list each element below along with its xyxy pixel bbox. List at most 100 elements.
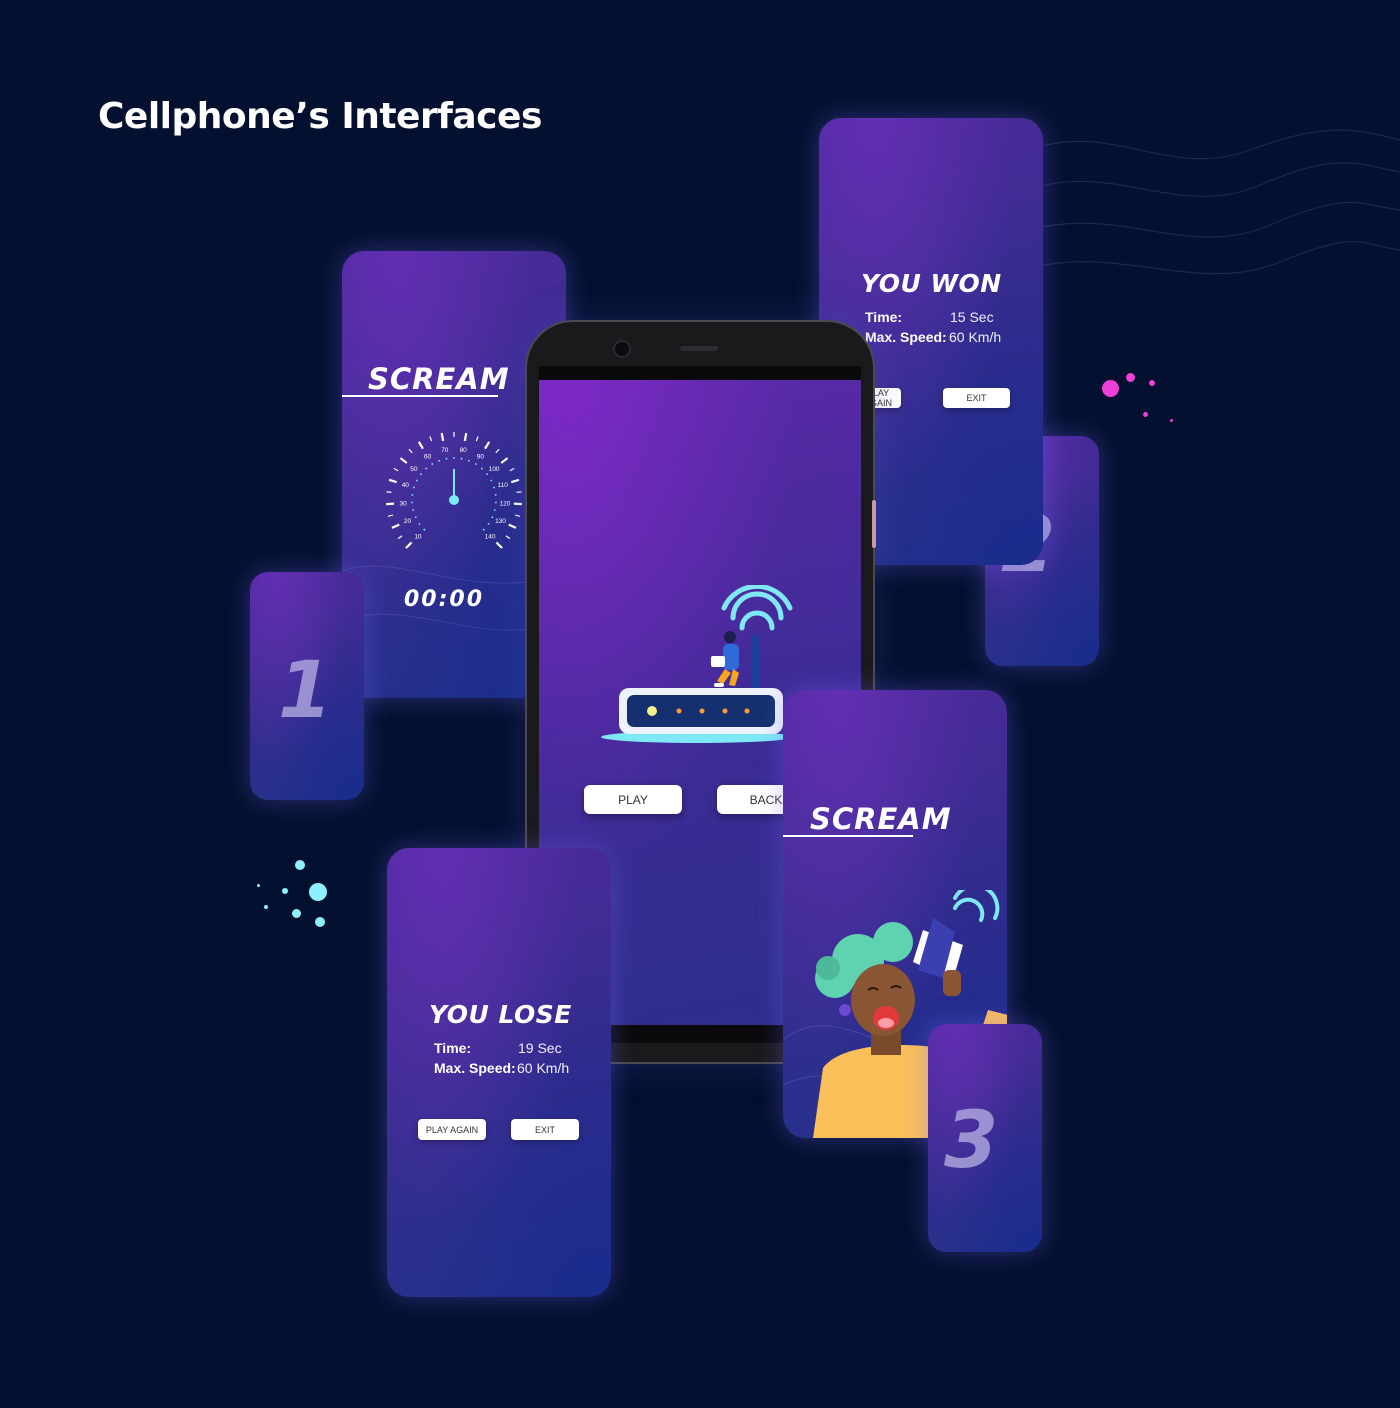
pink-dot [1143,412,1148,417]
speedometer-tick [397,535,403,540]
speedometer-label: 130 [495,518,506,525]
step-number-1: 1 [278,646,333,736]
logo-underline [342,395,498,397]
speedometer-tick [440,432,445,442]
speedometer-tick [510,478,520,484]
speedometer-tick [508,523,517,529]
speedometer-label: 90 [477,454,485,461]
speedometer-label: 100 [489,466,500,473]
speedometer-tick [495,448,500,454]
speedometer-hub [449,495,459,505]
scream-logo-intro: SCREAM [810,802,952,836]
speedometer-tick [515,514,521,517]
speedometer-label: 80 [460,447,468,454]
speedometer-dot [494,494,497,496]
speedometer-label: 120 [499,500,510,507]
speedometer-tick [505,535,511,540]
speedometer-dot [413,486,415,489]
logo-underline-intro [783,835,913,837]
phone-status-bar [539,366,861,380]
step-number-3: 3 [944,1096,999,1186]
speedometer-tick [475,436,479,442]
lose-screen-card: YOU LOSE Time: 19 Sec Max. Speed: 60 Km/… [387,848,611,1297]
cyan-dot [264,905,268,909]
cyan-dot [309,883,327,901]
speedometer-label: 40 [402,482,410,489]
exit-button[interactable]: EXIT [511,1119,579,1140]
speedometer-dot [486,473,488,475]
speedometer-dot [414,516,417,519]
speedometer-dot [493,509,496,511]
speedometer-tick [509,467,515,472]
play-button[interactable]: PLAY [584,785,682,814]
lose-title: YOU LOSE [429,1000,572,1029]
pink-dot [1102,380,1119,397]
speedometer-tick [516,491,522,494]
speedometer-dot [491,516,494,519]
speedometer-tick [417,441,424,450]
speedometer-dot [453,457,455,459]
phone-speaker [680,346,718,351]
speedometer-dot [467,459,470,462]
speedometer-tick [405,541,413,549]
won-title: YOU WON [861,269,1002,298]
scream-logo: SCREAM [368,362,510,396]
pink-dot [1126,373,1135,382]
speedometer-dot [415,479,418,482]
page-heading: Cellphone’s Interfaces [98,96,542,137]
won-speed-value: 60 Km/h [949,329,1002,345]
step-card-1: 1 [250,572,364,800]
speedometer-tick [495,541,503,549]
speedometer-dot [482,528,485,531]
speedometer-tick [408,448,413,454]
phone-camera [615,342,629,356]
speedometer-dot [487,522,490,525]
lose-speed-label: Max. Speed: [434,1060,516,1076]
speedometer-label: 110 [498,482,509,489]
speedometer-dot [425,467,428,470]
speedometer-dot [493,486,495,489]
speedometer-dot [411,494,414,496]
speedometer-dot [411,501,413,504]
lose-time-value: 19 Sec [518,1040,562,1056]
speedometer-dot [474,463,477,465]
speedometer-dot [420,473,422,475]
speedometer-tick [399,457,408,464]
exit-button[interactable]: EXIT [943,388,1010,408]
won-time-value: 15 Sec [950,309,994,325]
speedometer-dot [418,522,421,525]
speedometer-label: 20 [404,518,412,525]
speedometer-dot [423,528,426,531]
speedometer-label: 30 [399,500,407,507]
cyan-dot [282,888,288,894]
cyan-dot [292,909,301,918]
pink-dot [1170,419,1173,422]
won-speed-label: Max. Speed: [865,329,947,345]
won-time-label: Time: [865,309,903,325]
speedometer-dot [490,479,493,482]
cyan-dot [315,917,325,927]
speedometer-label: 70 [441,447,449,454]
speedometer-label: 50 [410,466,418,473]
cyan-dot [295,860,305,870]
speedometer-dot [438,459,441,462]
speedometer-tick [388,478,398,484]
speedometer-tick [500,457,509,464]
speedometer-tick [429,436,433,442]
pink-dot [1149,380,1155,386]
lose-speed-value: 60 Km/h [517,1060,570,1076]
lose-time-label: Time: [434,1040,472,1056]
speedometer-dot [412,509,415,511]
step-card-3: 3 [928,1024,1042,1252]
phone-side-button [872,500,876,548]
speedometer-dot [431,463,434,465]
speedometer-dot [445,457,448,460]
speedometer-label: 60 [424,454,432,461]
speedometer-tick [393,467,399,472]
speedometer-tick [463,432,468,442]
speedometer-tick [387,514,393,517]
speedometer-gauge: 10 20 30 40 50 60 70 80 90 100 110 120 130 140 [386,432,522,549]
speedometer-tick [386,491,392,494]
play-again-button[interactable]: PLAY AGAIN [418,1119,486,1140]
speedometer-dot [460,457,463,460]
